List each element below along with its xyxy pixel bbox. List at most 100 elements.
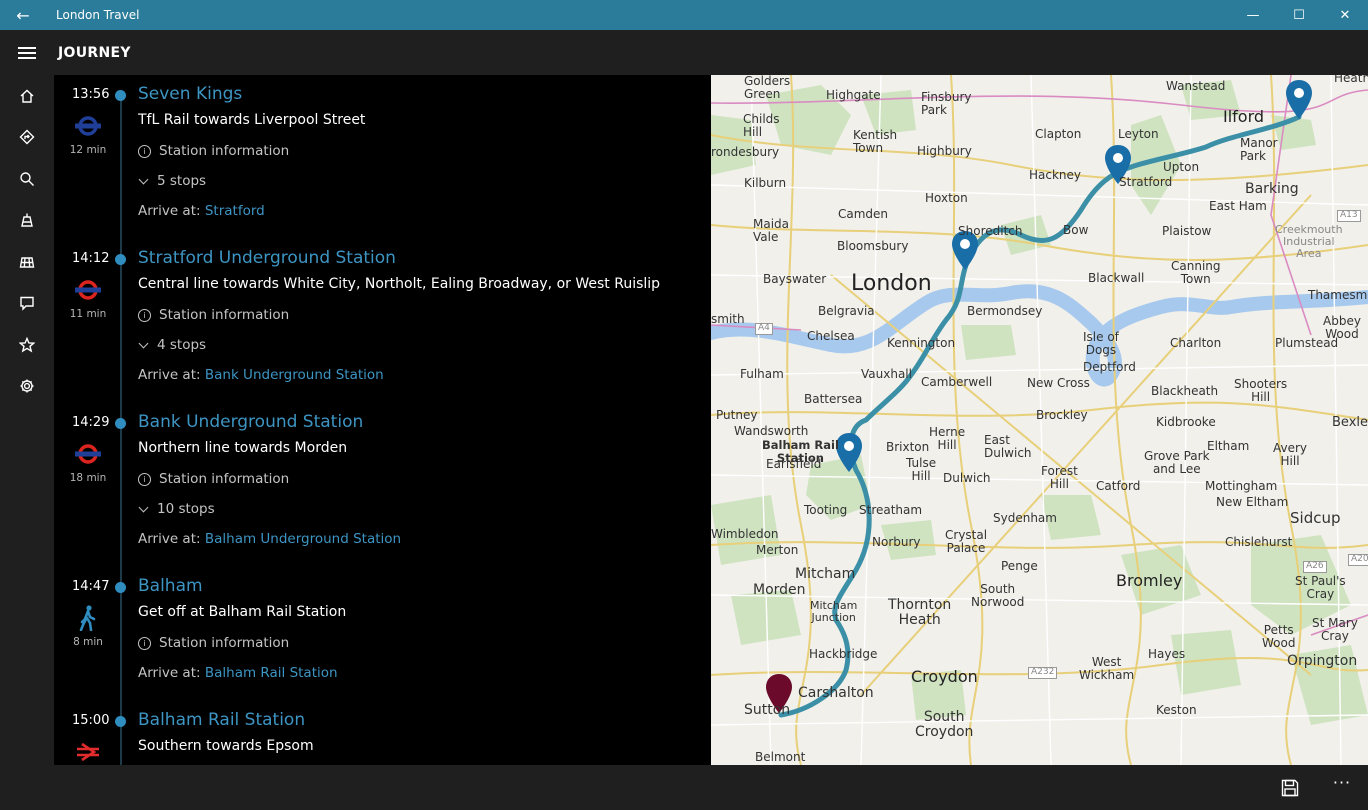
- arrive-label: Arrive at:: [138, 367, 201, 383]
- stops-expander[interactable]: 4 stops: [138, 337, 206, 353]
- map-label: Dulwich: [943, 471, 991, 485]
- leg-station-link[interactable]: Seven Kings: [138, 84, 242, 104]
- map-label: Bow: [1063, 223, 1089, 237]
- map-label: Bromley: [1116, 571, 1183, 590]
- map-label: Vauxhall: [861, 367, 912, 381]
- feedback-icon[interactable]: [0, 283, 54, 325]
- map-label: Sidcup: [1290, 509, 1341, 527]
- map-label: New Eltham: [1216, 495, 1289, 509]
- road-sign: A13: [1337, 210, 1361, 222]
- map-label: St Mary Cray: [1312, 616, 1358, 644]
- station-information-label: Station information: [159, 471, 290, 487]
- map-label: Morden: [753, 582, 806, 598]
- station-information-label: Station information: [159, 307, 290, 323]
- save-icon[interactable]: [1278, 776, 1302, 800]
- map-label: Mitcham Junction: [810, 599, 858, 625]
- close-button[interactable]: ✕: [1322, 0, 1368, 30]
- leg-time: 15:00: [72, 713, 110, 728]
- map-label: Carshalton: [798, 685, 874, 701]
- station-information-button[interactable]: i Station information: [138, 143, 289, 159]
- map-label: Stratford: [1119, 175, 1173, 189]
- arrive-at: Arrive at: Stratford: [138, 203, 265, 219]
- national-rail-icon: [77, 742, 99, 762]
- route-map[interactable]: Golders Green Highgate Finsbury Park Wan…: [711, 75, 1368, 765]
- map-label: Mottingham: [1205, 479, 1278, 493]
- map-label: Petts Wood: [1262, 623, 1296, 651]
- map-label: Charlton: [1170, 336, 1222, 350]
- leg-line-description: TfL Rail towards Liverpool Street: [138, 112, 366, 128]
- hamburger-menu-icon[interactable]: [0, 30, 54, 75]
- map-label: Blackwall: [1088, 271, 1145, 285]
- station-information-button[interactable]: i Station information: [138, 635, 289, 651]
- arrive-station-link[interactable]: Balham Underground Station: [205, 531, 401, 547]
- leg-station-link[interactable]: Balham Rail Station: [138, 710, 305, 730]
- map-label: Wanstead: [1166, 79, 1226, 93]
- map-label: Streatham: [859, 503, 923, 517]
- stops-label: 4 stops: [157, 337, 207, 353]
- station-information-button[interactable]: i Station information: [138, 307, 289, 323]
- map-pin-icon[interactable]: [1284, 79, 1314, 121]
- cable-car-icon[interactable]: [0, 200, 54, 242]
- station-information-label: Station information: [159, 635, 290, 651]
- stops-expander[interactable]: 5 stops: [138, 173, 206, 189]
- star-icon[interactable]: [0, 324, 54, 366]
- stops-expander[interactable]: 10 stops: [138, 501, 215, 517]
- map-label: Kennington: [887, 336, 956, 350]
- chevron-down-icon: [138, 174, 149, 184]
- underground-roundel-icon: [75, 444, 101, 464]
- search-icon[interactable]: [0, 158, 54, 200]
- leg-time: 14:47: [72, 579, 110, 594]
- station-information-label: Station information: [159, 143, 290, 159]
- leg-time: 13:56: [72, 87, 110, 102]
- minimize-button[interactable]: —: [1230, 0, 1276, 30]
- map-label: Tooting: [804, 503, 848, 517]
- station-information-button[interactable]: i Station information: [138, 471, 289, 487]
- map-label: Barking: [1245, 181, 1299, 197]
- map-label: Heath: [1334, 75, 1368, 85]
- map-grid-icon[interactable]: [0, 241, 54, 283]
- map-label: Tulse Hill: [906, 456, 937, 484]
- map-label: East Ham: [1209, 199, 1267, 213]
- settings-icon[interactable]: [0, 366, 54, 408]
- map-label: St Paul's Cray: [1295, 574, 1346, 602]
- leg-station-link[interactable]: Bank Underground Station: [138, 412, 363, 432]
- leg-time: 14:12: [72, 251, 110, 266]
- map-label: Shooters Hill: [1234, 377, 1288, 405]
- map-label: Hayes: [1148, 647, 1186, 661]
- map-label: Belgravia: [818, 304, 875, 318]
- arrive-at: Arrive at: Balham Rail Station: [138, 665, 338, 681]
- leg-duration: 12 min: [69, 144, 107, 156]
- leg-station-link[interactable]: Balham: [138, 576, 203, 596]
- leg-station-link[interactable]: Stratford Underground Station: [138, 248, 396, 268]
- map-label: New Cross: [1027, 376, 1090, 390]
- arrive-at: Arrive at: Bank Underground Station: [138, 367, 384, 383]
- map-label: Shoreditch: [958, 224, 1023, 238]
- directions-icon[interactable]: [0, 117, 54, 159]
- map-label: Finsbury Park: [921, 90, 972, 118]
- map-label: Camden: [838, 207, 889, 221]
- map-label: Earlsfield: [766, 457, 822, 471]
- map-label: Grove Park and Lee: [1144, 449, 1210, 477]
- map-label: Chislehurst: [1225, 535, 1293, 549]
- map-label: Croydon: [911, 667, 978, 686]
- leg-duration: 11 min: [69, 308, 107, 320]
- arrive-station-link[interactable]: Balham Rail Station: [205, 665, 338, 681]
- page-header: JOURNEY: [0, 30, 1368, 75]
- chevron-down-icon: [138, 338, 149, 348]
- arrive-station-link[interactable]: Bank Underground Station: [205, 367, 384, 383]
- timeline-line: [120, 95, 122, 765]
- home-icon[interactable]: [0, 75, 54, 117]
- maximize-button[interactable]: ☐: [1276, 0, 1322, 30]
- map-label: Thornton Heath: [888, 597, 952, 629]
- map-label: Belmont: [755, 750, 806, 764]
- arrive-station-link[interactable]: Stratford: [205, 203, 265, 219]
- map-label: Merton: [756, 543, 799, 557]
- map-label: Forest Hill: [1041, 464, 1078, 492]
- road-sign: A26: [1303, 561, 1327, 573]
- side-nav: [0, 75, 54, 765]
- underground-roundel-icon: [75, 280, 101, 300]
- map-label: Fulham: [740, 367, 784, 381]
- back-arrow-icon[interactable]: ←: [0, 0, 46, 30]
- more-options-button[interactable]: ···: [1330, 773, 1354, 797]
- map-label: Plumstead: [1275, 336, 1339, 350]
